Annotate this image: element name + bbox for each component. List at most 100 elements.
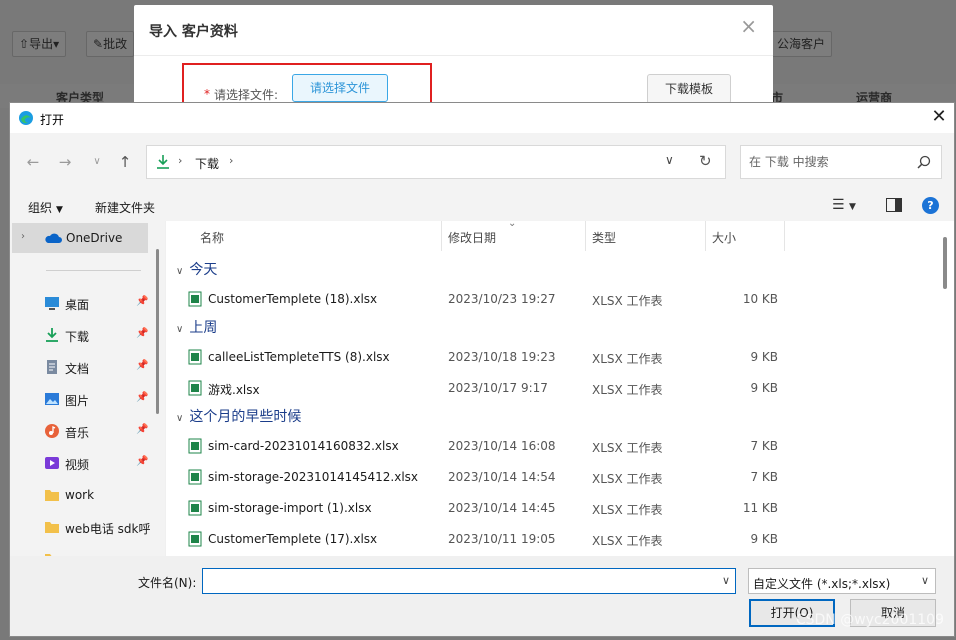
file-name: CustomerTemplete (17).xlsx	[208, 532, 378, 546]
chevron-down-icon: ∨	[176, 266, 184, 277]
divider	[134, 55, 773, 56]
nav-item-pictures[interactable]: 图片 📌	[40, 385, 150, 413]
file-row[interactable]: calleeListTempleteTTS (8).xlsx 2023/10/1…	[166, 342, 936, 372]
nav-item-partial-folder[interactable]	[40, 545, 150, 556]
file-row[interactable]: 游戏.xlsx 2023/10/17 9:17 XLSX 工作表 9 KB	[166, 373, 936, 403]
pin-icon: 📌	[136, 392, 149, 403]
filetype-value: 自定义文件 (*.xls;*.xlsx)	[753, 577, 891, 591]
column-header-size[interactable]: 大小	[712, 229, 736, 246]
file-size: 7 KB	[750, 439, 778, 453]
recent-locations-chevron-icon[interactable]: ∨	[86, 152, 108, 174]
nav-item-onedrive[interactable]: › OneDrive	[12, 223, 148, 253]
file-row[interactable]: sim-storage-20231014145412.xlsx 2023/10/…	[166, 462, 936, 492]
folder-icon	[45, 522, 59, 533]
file-type: XLSX 工作表	[592, 503, 663, 517]
pin-icon: 📌	[136, 456, 149, 467]
chevron-down-icon: ∨	[920, 574, 929, 587]
refresh-icon[interactable]: ↻	[699, 152, 712, 170]
search-input[interactable]	[741, 146, 911, 178]
chevron-right-icon[interactable]: ›	[21, 231, 25, 242]
nav-item-label: 图片	[65, 394, 90, 408]
file-row[interactable]: CustomerTemplete (17).xlsx 2023/10/11 19…	[166, 524, 936, 554]
excel-file-icon	[188, 380, 202, 396]
forward-arrow-icon[interactable]: →	[54, 152, 76, 174]
chevron-down-icon: ▼	[56, 205, 63, 215]
chevron-down-icon[interactable]: ∨	[722, 574, 730, 587]
file-row[interactable]: CustomerTemplete (18).xlsx 2023/10/23 19…	[166, 284, 936, 314]
command-bar: 组织 ▼ 新建文件夹 ☰ ▼ ?	[10, 191, 954, 221]
choose-file-button[interactable]: 请选择文件	[292, 74, 388, 102]
download-icon	[46, 328, 58, 342]
nav-item-desktop[interactable]: 桌面 📌	[40, 289, 150, 317]
nav-item-web-phone-sdk[interactable]: web电话 sdk呼	[40, 513, 150, 541]
nav-item-downloads[interactable]: 下载 📌	[40, 321, 150, 349]
address-history-dropdown-icon[interactable]: ∨	[665, 153, 674, 167]
column-separator[interactable]	[441, 221, 442, 251]
folder-icon	[45, 490, 59, 501]
file-name: sim-storage-20231014145412.xlsx	[208, 470, 419, 484]
excel-file-icon	[188, 469, 202, 485]
column-header-type[interactable]: 类型	[592, 229, 616, 246]
new-folder-button[interactable]: 新建文件夹	[95, 199, 155, 216]
nav-item-documents[interactable]: 文档 📌	[40, 353, 150, 381]
nav-item-label: 下载	[65, 330, 90, 344]
nav-scrollbar[interactable]	[156, 249, 159, 414]
column-header-name[interactable]: 名称	[200, 229, 224, 246]
file-row[interactable]: sim-storage-import (1).xlsx 2023/10/14 1…	[166, 493, 936, 523]
download-template-button[interactable]: 下载模板	[647, 74, 731, 104]
file-type: XLSX 工作表	[592, 534, 663, 548]
up-arrow-icon[interactable]: ↑	[114, 152, 136, 174]
file-date: 2023/10/14 14:54	[448, 470, 556, 484]
column-separator[interactable]	[784, 221, 785, 251]
group-header-earlier-this-month[interactable]: ∨ 这个月的早些时候	[176, 406, 301, 426]
file-date: 2023/10/14 14:45	[448, 501, 556, 515]
help-icon[interactable]: ?	[922, 197, 939, 214]
file-type: XLSX 工作表	[592, 472, 663, 486]
organize-button[interactable]: 组织 ▼	[28, 199, 63, 216]
group-header-last-week[interactable]: ∨ 上周	[176, 317, 217, 337]
filename-label: 文件名(N):	[138, 576, 197, 590]
download-icon	[157, 155, 169, 169]
nav-item-music[interactable]: 音乐 📌	[40, 417, 150, 445]
column-header-date[interactable]: 修改日期	[448, 229, 496, 246]
list-scrollbar[interactable]	[943, 237, 947, 289]
dialog-titlebar: 打开 ✕	[10, 103, 954, 133]
file-size: 9 KB	[750, 381, 778, 395]
address-box[interactable]: › 下载 › ∨ ↻	[146, 145, 726, 179]
nav-item-label: web电话 sdk呼	[65, 522, 151, 536]
filename-input[interactable]	[202, 568, 736, 594]
excel-file-icon	[188, 349, 202, 365]
nav-item-label: OneDrive	[66, 231, 123, 245]
sort-chevron-icon: ⌄	[508, 221, 517, 229]
preview-pane-icon[interactable]	[886, 198, 902, 212]
music-icon	[45, 424, 59, 438]
nav-item-label: 文档	[65, 362, 90, 376]
breadcrumb-current-folder[interactable]: 下载	[195, 155, 219, 172]
document-icon	[47, 360, 57, 374]
close-icon[interactable]: ✕	[924, 103, 954, 133]
nav-item-work[interactable]: work	[40, 481, 150, 509]
close-icon[interactable]: ×	[740, 16, 757, 36]
nav-item-label: 视频	[65, 458, 90, 472]
column-separator[interactable]	[585, 221, 586, 251]
file-size: 9 KB	[750, 532, 778, 546]
file-date: 2023/10/18 19:23	[448, 350, 556, 364]
navigation-pane: › OneDrive 桌面 📌 下载 📌 文档 📌 图片 📌 音乐 📌 视频 📌…	[10, 221, 165, 556]
nav-item-label: 桌面	[65, 298, 90, 312]
view-menu-icon[interactable]: ☰ ▼	[832, 197, 868, 217]
file-open-dialog: 打开 ✕ ← → ∨ ↑ › 下载 › ∨ ↻ 组织▼ 新建文件夹 ☰ ▼ ?	[9, 102, 955, 637]
excel-file-icon	[188, 531, 202, 547]
search-box[interactable]	[740, 145, 942, 179]
file-row[interactable]: sim-card-20231014160832.xlsx 2023/10/14 …	[166, 431, 936, 461]
search-icon[interactable]	[917, 155, 931, 169]
nav-item-videos[interactable]: 视频 📌	[40, 449, 150, 477]
breadcrumb-separator-icon[interactable]: ›	[229, 154, 233, 167]
file-name: calleeListTempleteTTS (8).xlsx	[208, 350, 390, 364]
group-header-today[interactable]: ∨ 今天	[176, 259, 217, 279]
file-select-highlight: * 请选择文件: 请选择文件	[182, 63, 432, 105]
dialog-title: 打开	[40, 113, 65, 127]
filetype-select[interactable]: 自定义文件 (*.xls;*.xlsx) ∨	[748, 568, 936, 594]
column-separator[interactable]	[705, 221, 706, 251]
chevron-down-icon: ∨	[176, 324, 184, 335]
back-arrow-icon[interactable]: ←	[22, 152, 44, 174]
